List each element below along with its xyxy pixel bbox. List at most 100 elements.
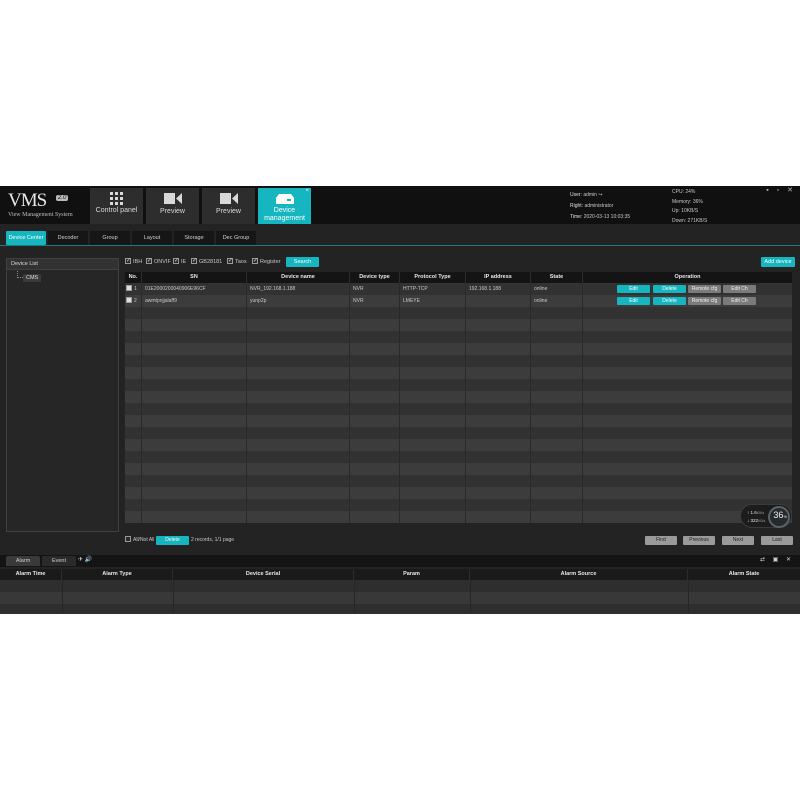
- logout-icon[interactable]: ↪: [598, 192, 602, 198]
- checkbox-icon[interactable]: [125, 536, 131, 542]
- cell-no: [125, 403, 142, 415]
- cell-sn: [142, 343, 247, 355]
- camera-icon: [219, 192, 238, 207]
- checkbox-icon[interactable]: [125, 256, 131, 266]
- up-rate: ↑ 1.6: [747, 510, 757, 515]
- filter-register[interactable]: Register: [252, 256, 280, 267]
- cell-op: Edit Delete Remote cfg Edit Ch: [583, 295, 792, 307]
- cell-protocol: [400, 475, 466, 487]
- tab-device-center[interactable]: Device Center: [6, 231, 46, 245]
- table-row: [125, 511, 792, 523]
- remote-cfg-button[interactable]: Remote cfg: [688, 285, 721, 293]
- cell-no: [125, 427, 142, 439]
- cell-state: [531, 343, 583, 355]
- cell-type: [350, 379, 400, 391]
- search-button[interactable]: Search: [286, 257, 319, 267]
- cell-no: [125, 307, 142, 319]
- edit-ch-button[interactable]: Edit Ch: [723, 285, 756, 293]
- table-row: [125, 403, 792, 415]
- pager-bar: All/Not All Delete 2 records, 1/1 page F…: [125, 535, 795, 547]
- column-divider: [470, 580, 471, 592]
- cell-type: [350, 319, 400, 331]
- tab-group[interactable]: Group: [90, 231, 130, 245]
- up-unit: KB/s: [756, 511, 765, 515]
- select-all-checkbox[interactable]: All/Not All: [125, 536, 154, 545]
- checkbox-icon[interactable]: [191, 256, 197, 266]
- cell-name: [247, 307, 350, 319]
- cell-protocol: [400, 439, 466, 451]
- checkbox-icon[interactable]: [173, 256, 179, 266]
- tab-event[interactable]: Event: [42, 556, 76, 566]
- cell-sn: [142, 391, 247, 403]
- filter-ie[interactable]: IE: [173, 256, 186, 267]
- nav-tab-control-panel[interactable]: Control panel: [90, 188, 143, 224]
- row-checkbox[interactable]: [126, 285, 132, 291]
- cell-type: [350, 427, 400, 439]
- add-device-button[interactable]: Add device: [761, 257, 795, 267]
- delete-selected-button[interactable]: Delete: [156, 536, 189, 545]
- next-page-button[interactable]: Next: [722, 536, 754, 545]
- usage-percent: 36%: [773, 510, 787, 520]
- delete-button[interactable]: Delete: [653, 285, 686, 293]
- user-info: User: admin ↪ Right: administrator Time:…: [570, 190, 630, 223]
- window-controls[interactable]: ▪ ▫ ✕: [766, 186, 796, 194]
- tab-dec-group[interactable]: Dec Group: [216, 231, 256, 245]
- cell-op: [583, 403, 792, 415]
- tree-node-cms[interactable]: CMS: [23, 274, 42, 282]
- table-row: [125, 439, 792, 451]
- alarm-row: [0, 592, 800, 604]
- filter-taos[interactable]: Taos: [227, 256, 247, 267]
- nav-tab-device-management[interactable]: × Device management: [258, 188, 311, 224]
- delete-button[interactable]: Delete: [653, 297, 686, 305]
- cell-no: [125, 355, 142, 367]
- nav-tab-preview-1[interactable]: Preview: [146, 188, 199, 224]
- cell-sn: [142, 511, 247, 523]
- close-icon[interactable]: ×: [305, 188, 309, 194]
- nav-tab-preview-2[interactable]: Preview: [202, 188, 255, 224]
- remote-cfg-button[interactable]: Remote cfg: [688, 297, 721, 305]
- edit-button[interactable]: Edit: [617, 285, 650, 293]
- tab-layout[interactable]: Layout: [132, 231, 172, 245]
- alarm-panel-controls[interactable]: ⇄ ▣ ✕: [760, 556, 794, 563]
- cell-name: [247, 379, 350, 391]
- device-table: No. SN Device name Device type Protocol …: [125, 272, 792, 532]
- tab-storage[interactable]: Storage: [174, 231, 214, 245]
- cell-ip: [466, 511, 531, 523]
- nav-tab-label: Device management: [264, 207, 305, 222]
- filter-ibh[interactable]: IBH: [125, 256, 142, 267]
- cell-state: [531, 499, 583, 511]
- cell-protocol: [400, 379, 466, 391]
- cell-type: [350, 475, 400, 487]
- table-row[interactable]: 1 01E2000200040906E96CF NVR_192.168.1.188 N…: [125, 283, 792, 295]
- checkbox-icon[interactable]: [146, 256, 152, 266]
- cell-sn: [142, 451, 247, 463]
- cell-protocol: [400, 403, 466, 415]
- col-param: Param: [354, 569, 470, 580]
- cell-op: [583, 331, 792, 343]
- cell-protocol: [400, 415, 466, 427]
- cell-ip: [466, 475, 531, 487]
- edit-ch-button[interactable]: Edit Ch: [723, 297, 756, 305]
- alarm-tab-bar: Alarm Event ✈ 🔊 ⇄ ▣ ✕: [0, 555, 800, 567]
- column-divider: [470, 604, 471, 614]
- cell-name: [247, 451, 350, 463]
- cell-protocol: [400, 307, 466, 319]
- row-checkbox[interactable]: [126, 297, 132, 303]
- cell-state: [531, 403, 583, 415]
- first-page-button[interactable]: First: [645, 536, 677, 545]
- last-page-button[interactable]: Last: [761, 536, 793, 545]
- tab-decoder[interactable]: Decoder: [48, 231, 88, 245]
- cell-protocol: LMEYE: [400, 295, 466, 307]
- checkbox-icon[interactable]: [227, 256, 233, 266]
- alarm-toolbar-icons[interactable]: ✈ 🔊: [78, 556, 92, 563]
- filter-onvif[interactable]: ONVIF: [146, 256, 171, 267]
- edit-button[interactable]: Edit: [617, 297, 650, 305]
- column-divider: [62, 580, 63, 592]
- previous-page-button[interactable]: Previous: [683, 536, 715, 545]
- cell-state: [531, 391, 583, 403]
- cell-state: [531, 415, 583, 427]
- checkbox-icon[interactable]: [252, 256, 258, 266]
- tab-alarm[interactable]: Alarm: [6, 556, 40, 566]
- table-row[interactable]: 2 awmtpnjjalaff9 yunp2p NVR LMEYE online Edit D…: [125, 295, 792, 307]
- filter-gb28181[interactable]: GB28181: [191, 256, 222, 267]
